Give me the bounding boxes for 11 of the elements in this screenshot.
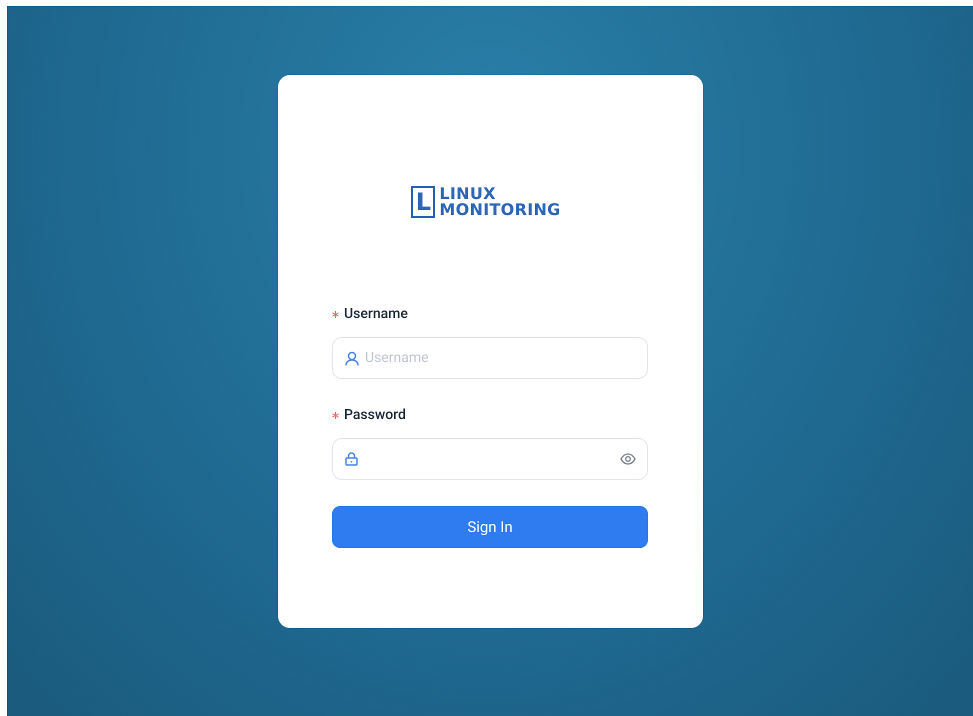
logo-text: MONITORING (439, 202, 561, 218)
eye-icon[interactable] (620, 453, 636, 465)
sign-in-button[interactable]: Sign In (332, 506, 648, 548)
field-label: Username (344, 305, 408, 324)
logo-text: LINUX (439, 186, 497, 202)
field-label: Password (344, 406, 406, 425)
logo-mark: L (411, 186, 436, 218)
lock-icon (345, 452, 358, 466)
password-field[interactable] (332, 438, 648, 480)
username-field[interactable]: Username (332, 337, 648, 379)
user-icon (345, 351, 359, 366)
